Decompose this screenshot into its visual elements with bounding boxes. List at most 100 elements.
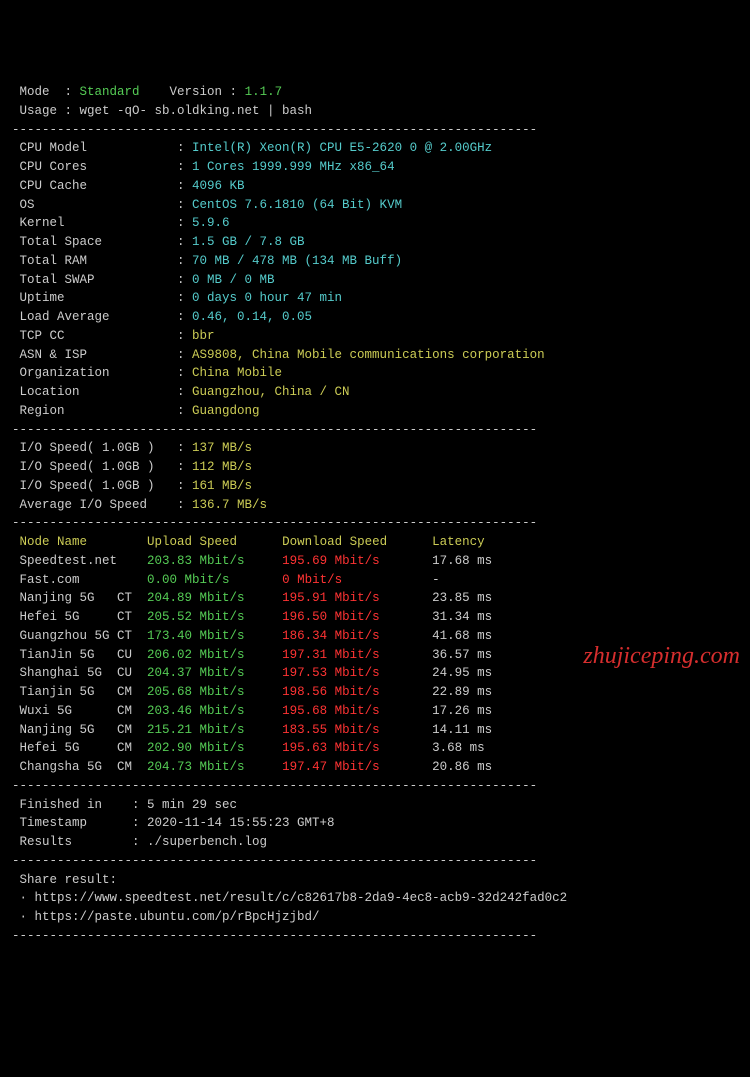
sysinfo-label: Organization : <box>12 366 192 380</box>
divider: ----------------------------------------… <box>12 777 738 796</box>
latency: 17.26 ms <box>432 704 492 718</box>
divider: ----------------------------------------… <box>12 421 738 440</box>
sysinfo-label: Total Space : <box>12 235 192 249</box>
sysinfo-row: ASN & ISP : AS9808, China Mobile communi… <box>12 346 738 365</box>
upload-speed: 202.90 Mbit/s <box>147 741 282 755</box>
latency: 3.68 ms <box>432 741 485 755</box>
speedtest-row: Guangzhou 5G CT 173.40 Mbit/s 186.34 Mbi… <box>12 627 738 646</box>
upload-speed: 204.37 Mbit/s <box>147 666 282 680</box>
footer-label: Results : <box>12 835 147 849</box>
download-speed: 195.91 Mbit/s <box>282 591 432 605</box>
upload-speed: 215.21 Mbit/s <box>147 723 282 737</box>
sysinfo-value: AS9808, China Mobile communications corp… <box>192 348 545 362</box>
sysinfo-row: Kernel : 5.9.6 <box>12 214 738 233</box>
node-name: Shanghai 5G CU <box>12 666 147 680</box>
iospeed-value: 112 MB/s <box>192 460 252 474</box>
sysinfo-label: Location : <box>12 385 192 399</box>
download-speed: 197.53 Mbit/s <box>282 666 432 680</box>
col-latency: Latency <box>432 535 522 549</box>
iospeed-row: I/O Speed( 1.0GB ) : 112 MB/s <box>12 458 738 477</box>
latency: 41.68 ms <box>432 629 492 643</box>
divider: ----------------------------------------… <box>12 927 738 946</box>
latency: 31.34 ms <box>432 610 492 624</box>
footer-value: 5 min 29 sec <box>147 798 237 812</box>
sysinfo-label: TCP CC : <box>12 329 192 343</box>
upload-speed: 0.00 Mbit/s <box>147 573 282 587</box>
node-name: Hefei 5G CM <box>12 741 147 755</box>
col-node: Node Name <box>12 535 147 549</box>
download-speed: 196.50 Mbit/s <box>282 610 432 624</box>
sysinfo-value: 1 Cores 1999.999 MHz x86_64 <box>192 160 395 174</box>
speedtest-row: Nanjing 5G CM 215.21 Mbit/s 183.55 Mbit/… <box>12 721 738 740</box>
sysinfo-row: Region : Guangdong <box>12 402 738 421</box>
node-name: Fast.com <box>12 573 147 587</box>
iospeed-label: I/O Speed( 1.0GB ) : <box>12 479 192 493</box>
sysinfo-value: China Mobile <box>192 366 282 380</box>
node-name: Hefei 5G CT <box>12 610 147 624</box>
sysinfo-row: Uptime : 0 days 0 hour 47 min <box>12 289 738 308</box>
sysinfo-row: Total SWAP : 0 MB / 0 MB <box>12 271 738 290</box>
share-link-row: · https://www.speedtest.net/result/c/c82… <box>12 889 738 908</box>
sysinfo-row: Organization : China Mobile <box>12 364 738 383</box>
divider: ----------------------------------------… <box>12 121 738 140</box>
speedtest-row: Wuxi 5G CM 203.46 Mbit/s 195.68 Mbit/s 1… <box>12 702 738 721</box>
latency: - <box>432 573 440 587</box>
node-name: Wuxi 5G CM <box>12 704 147 718</box>
sysinfo-label: Load Average : <box>12 310 192 324</box>
sysinfo-label: CPU Model : <box>12 141 192 155</box>
node-name: TianJin 5G CU <box>12 648 147 662</box>
version-label: Version : <box>140 85 245 99</box>
sysinfo-label: Total RAM : <box>12 254 192 268</box>
sysinfo-label: CPU Cores : <box>12 160 192 174</box>
header-line-2: Usage : wget -qO- sb.oldking.net | bash <box>12 102 738 121</box>
sysinfo-row: Total RAM : 70 MB / 478 MB (134 MB Buff) <box>12 252 738 271</box>
iospeed-value: 161 MB/s <box>192 479 252 493</box>
header-line-1: Mode : Standard Version : 1.1.7 <box>12 83 738 102</box>
usage-label: Usage : <box>12 104 80 118</box>
iospeed-row: Average I/O Speed : 136.7 MB/s <box>12 496 738 515</box>
mode-label: Mode : <box>12 85 80 99</box>
sysinfo-value: Guangdong <box>192 404 260 418</box>
sysinfo-value: CentOS 7.6.1810 (64 Bit) KVM <box>192 198 402 212</box>
speedtest-row: Shanghai 5G CU 204.37 Mbit/s 197.53 Mbit… <box>12 664 738 683</box>
latency: 22.89 ms <box>432 685 492 699</box>
iospeed-row: I/O Speed( 1.0GB ) : 137 MB/s <box>12 439 738 458</box>
upload-speed: 204.73 Mbit/s <box>147 760 282 774</box>
latency: 17.68 ms <box>432 554 492 568</box>
sysinfo-value: Intel(R) Xeon(R) CPU E5-2620 0 @ 2.00GHz <box>192 141 492 155</box>
divider: ----------------------------------------… <box>12 514 738 533</box>
latency: 24.95 ms <box>432 666 492 680</box>
speedtest-row: TianJin 5G CU 206.02 Mbit/s 197.31 Mbit/… <box>12 646 738 665</box>
speedtest-row: Fast.com 0.00 Mbit/s 0 Mbit/s - <box>12 571 738 590</box>
col-upload: Upload Speed <box>147 535 282 549</box>
sysinfo-value: 1.5 GB / 7.8 GB <box>192 235 305 249</box>
mode-value: Standard <box>80 85 140 99</box>
sysinfo-value: 0.46, 0.14, 0.05 <box>192 310 312 324</box>
sysinfo-label: ASN & ISP : <box>12 348 192 362</box>
sysinfo-row: Location : Guangzhou, China / CN <box>12 383 738 402</box>
sysinfo-value: 0 days 0 hour 47 min <box>192 291 342 305</box>
share-header: Share result: <box>12 871 738 890</box>
sysinfo-row: CPU Model : Intel(R) Xeon(R) CPU E5-2620… <box>12 139 738 158</box>
iospeed-row: I/O Speed( 1.0GB ) : 161 MB/s <box>12 477 738 496</box>
download-speed: 197.31 Mbit/s <box>282 648 432 662</box>
latency: 20.86 ms <box>432 760 492 774</box>
speedtest-header: Node Name Upload Speed Download Speed La… <box>12 533 738 552</box>
node-name: Nanjing 5G CM <box>12 723 147 737</box>
upload-speed: 206.02 Mbit/s <box>147 648 282 662</box>
share-label: Share result: <box>12 873 117 887</box>
download-speed: 195.63 Mbit/s <box>282 741 432 755</box>
download-speed: 197.47 Mbit/s <box>282 760 432 774</box>
upload-speed: 204.89 Mbit/s <box>147 591 282 605</box>
sysinfo-label: CPU Cache : <box>12 179 192 193</box>
footer-value: ./superbench.log <box>147 835 267 849</box>
footer-row: Finished in : 5 min 29 sec <box>12 796 738 815</box>
sysinfo-label: Region : <box>12 404 192 418</box>
sysinfo-row: TCP CC : bbr <box>12 327 738 346</box>
node-name: Changsha 5G CM <box>12 760 147 774</box>
speedtest-row: Tianjin 5G CM 205.68 Mbit/s 198.56 Mbit/… <box>12 683 738 702</box>
node-name: Nanjing 5G CT <box>12 591 147 605</box>
footer-row: Results : ./superbench.log <box>12 833 738 852</box>
download-speed: 198.56 Mbit/s <box>282 685 432 699</box>
speedtest-row: Changsha 5G CM 204.73 Mbit/s 197.47 Mbit… <box>12 758 738 777</box>
